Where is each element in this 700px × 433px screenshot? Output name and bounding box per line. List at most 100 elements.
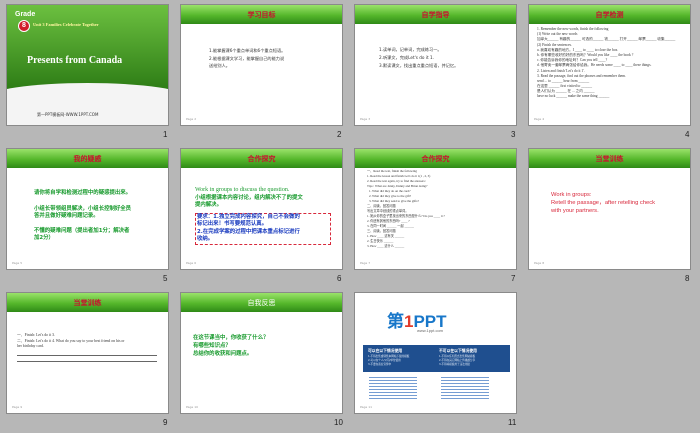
answer-line: [17, 355, 157, 356]
slide-number-2: 2: [337, 130, 342, 139]
answer-line: [17, 361, 157, 362]
slide-banner: 学习目标: [181, 5, 342, 24]
slide-text-line: 送给别人。: [209, 63, 230, 68]
page-label: Page 8: [534, 261, 545, 265]
lesson-title: Presents from Canada: [27, 55, 123, 66]
banner-title: 我的疑惑: [73, 155, 102, 163]
slide-number-6: 6: [337, 274, 342, 283]
slide-text-line: 有哪些知识点？: [193, 343, 231, 349]
page-label: Page 3: [360, 117, 371, 121]
slide-banner: 自学检测: [529, 5, 690, 24]
slide-number-1: 1: [163, 130, 168, 139]
slide-text-line: with your partners.: [551, 208, 599, 214]
page-label: Page 10: [186, 405, 199, 409]
slide-text-line: 小组长带领组员解决，小组长控制好全员: [34, 206, 132, 212]
slide-banner: 合作探究: [355, 149, 516, 168]
slide-number-9: 9: [163, 418, 168, 427]
slide-text-line: 三、阅读，回答问题: [367, 229, 396, 233]
banner-title: 合作探究: [421, 155, 450, 163]
slide-thumbnail-5[interactable]: 我的疑惑 请你将自学和检测过程中的疑惑提出来。 小组长带领组员解决，小组长控制好…: [6, 148, 169, 270]
slide-thumbnail-4[interactable]: 自学检测 1. Remember the new words, finish t…: [528, 4, 691, 126]
slide-thumbnail-9[interactable]: 当堂训练 一、Finish: Let's do it 3. 二、Finish: …: [6, 292, 169, 414]
slide-text-line: Work in groups:: [551, 192, 592, 198]
site-footer: 第一PPT模板网-WWW.1PPT.COM: [37, 112, 99, 117]
slide-text-line: 答并且做好疑难问题记录。: [34, 213, 99, 219]
page-label: Page 9: [12, 405, 23, 409]
slide-text-line: 一、Read the text, finish the following: [367, 169, 417, 173]
banner-title: 合作探究: [247, 155, 276, 163]
slide-text-line: 请你将自学和检测过程中的疑惑提出来。: [34, 190, 132, 196]
slide-thumbnail-10[interactable]: 自我反思 在这节课当中，你收获了什么？ 有哪些知识点？ 总结你的收获和问题点。 …: [180, 292, 343, 414]
banner-title: 自学指导: [421, 11, 450, 19]
grade-number: 8: [22, 22, 26, 29]
logo-prefix: 第: [387, 312, 404, 331]
grade-word: Grade: [15, 11, 36, 18]
page-label: Page 11: [360, 405, 373, 409]
slide-text-line: 3.默读课文，找出重点重点短语，并记忆。: [379, 63, 459, 68]
usage-col2-line: 3.不得将模板用于违法用途: [439, 363, 471, 366]
slide-text-line: have no luck ______ make the same thing …: [537, 94, 610, 98]
slide-number-10: 10: [334, 418, 343, 427]
slide-text-line: 在这节课当中，你收获了什么？: [193, 335, 269, 341]
slide-text-line: Work in groups to discuss the question.: [195, 187, 290, 193]
slide-thumbnail-6[interactable]: 合作探究 Work in groups to discuss the quest…: [180, 148, 343, 270]
slide-text-line: 1. Read the lesson and finish Let's do i…: [367, 174, 431, 178]
slide-thumbnail-7[interactable]: 合作探究 一、Read the text, finish the followi…: [354, 148, 517, 270]
slide-number-4: 4: [685, 130, 690, 139]
page-label: Page 2: [186, 117, 197, 121]
logo-site: www.1ppt.com: [417, 328, 444, 333]
page-label: Page 5: [12, 261, 23, 265]
slide-text-line: 总结你的收获和问题点。: [193, 351, 253, 357]
slide-thumbnail-2[interactable]: 学习目标 1.能掌握课6个重点单词和6个重点短语。 2.能根据课文学习，能掌握自…: [180, 4, 343, 126]
grade-badge: 8: [18, 20, 30, 32]
slide-number-5: 5: [163, 274, 168, 283]
slide-banner: 合作探究: [181, 149, 342, 168]
slide-number-8: 8: [685, 274, 690, 283]
page-label: Page 4: [534, 117, 545, 121]
slide-number-7: 7: [511, 274, 516, 283]
slide-thumbnail-3[interactable]: 自学指导 1.读单词，记单词，完成练习一。 2.听课文，完成Let's do i…: [354, 4, 517, 126]
slide-text-line: Tips : What are Jenny, Danny and Brian d…: [367, 184, 428, 188]
link-block-left: [369, 377, 417, 399]
slide-text-line: 写出文章中划线的重点单词。: [367, 209, 409, 213]
slide-text-line: 2. 你还有其他的东西吗? ____ ?: [367, 219, 410, 223]
slide-text-line: 加拿大______ 有趣的______ 可选的______ 钱______ 打开…: [537, 37, 676, 41]
slide-text-line: 2. What did they give to the gift?: [369, 194, 412, 198]
slide-1-curve: [7, 83, 168, 113]
slide-text-line: Retell the passage，after retelling check: [551, 200, 656, 206]
slide-text-line: 2. Read the text again, try to find the …: [367, 179, 426, 183]
slide-thumbnail-11[interactable]: 第1PPT www.1ppt.com 可以在以下情况使用 不可以在以下情况使用 …: [354, 292, 517, 414]
page-label: Page 7: [360, 261, 371, 265]
banner-title: 当堂训练: [73, 299, 102, 307]
slide-number-3: 3: [511, 130, 516, 139]
unit-title: Unit 3 Families Celebrate Together: [33, 22, 99, 27]
slide-text-line: 2.在完成学案的过程中把课本重点标记进行: [197, 229, 300, 235]
slide-text-line: 1.能掌握课6个重点单词和6个重点短语。: [209, 48, 286, 53]
banner-title: 当堂训练: [595, 155, 624, 163]
slide-text-line: 二、阅读，回答问题: [367, 204, 396, 208]
slide-text-line: 3. 在同一时间 ______ 一起 ______: [367, 224, 415, 228]
slide-text-line: 2.能根据课文学习，能掌握自己的能力说: [209, 56, 285, 61]
slide-text-line: her birthday card.: [17, 344, 44, 348]
slide-text-line: 要求：1.独立完成内容探究，自己不会做的: [197, 214, 300, 220]
slide-text-line: 1. 她从你的盒子里找出来的东西是什么? Do you ____ it ?: [367, 214, 445, 218]
slide-text-line: 加2分）: [34, 235, 54, 241]
slide-text-line: 1. How ____ 这有关 ______: [367, 234, 405, 238]
slide-text-line: 收纳。: [197, 236, 214, 242]
slide-banner: 当堂训练: [7, 293, 168, 312]
link-block-right: [441, 377, 489, 399]
slide-banner: 自学指导: [355, 5, 516, 24]
slide-text-line: 小组根据课本内容讨论，组内解决不了的提文: [195, 195, 303, 201]
slide-banner: 我的疑惑: [7, 149, 168, 168]
slide-thumbnail-8[interactable]: 当堂训练 Work in groups: Retell the passage，…: [528, 148, 691, 270]
slide-text-line: 2.听课文，完成Let's do it 1.: [379, 55, 434, 60]
banner-title: 自我反思: [247, 299, 276, 307]
slide-text-line: 2. 生日快乐 ______: [367, 239, 394, 243]
page-label: Page 6: [186, 261, 197, 265]
slide-text-line: 1. What did they do on the card?: [369, 189, 411, 193]
slide-text-line: 3. How ____ 这什么 ______: [367, 244, 405, 248]
slide-text-line: 提内解决。: [195, 202, 222, 208]
slide-text-line: d. 他寄卖一套邮票两张给你给我。He needs some ____ to _…: [537, 63, 652, 67]
slide-text-line: 不懂的疑难问题（提出者加1分；解决者: [34, 228, 130, 234]
slide-thumbnail-1[interactable]: Grade 8 Unit 3 Families Celebrate Togeth…: [6, 4, 169, 126]
